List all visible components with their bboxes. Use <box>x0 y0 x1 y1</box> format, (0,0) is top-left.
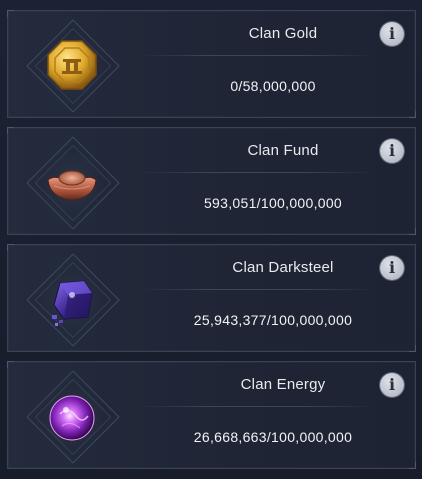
resource-card-clan-darksteel: Clan Darksteel 25,943,377/100,000,000 i <box>7 244 416 352</box>
info-button[interactable]: i <box>380 22 404 46</box>
resource-name: Clan Fund <box>247 142 319 159</box>
divider <box>138 289 375 290</box>
resource-icon-frame <box>26 19 120 113</box>
divider <box>138 406 375 407</box>
resource-value: 26,668,663/100,000,000 <box>193 429 353 445</box>
resource-name: Clan Energy <box>240 376 326 393</box>
clan-resources-list: Clan Gold 0/58,000,000 i Clan Fund 593,0… <box>0 0 422 479</box>
resource-card-clan-fund: Clan Fund 593,051/100,000,000 i <box>7 127 416 235</box>
info-button[interactable]: i <box>380 139 404 163</box>
darksteel-cube-icon <box>52 280 93 326</box>
copper-ingot-icon <box>47 170 97 201</box>
resource-icon-frame <box>26 253 120 347</box>
energy-orb-icon <box>49 395 95 441</box>
gold-coin-icon <box>47 40 97 90</box>
divider <box>138 172 375 173</box>
resource-icon-frame <box>26 136 120 230</box>
resource-name: Clan Darksteel <box>232 259 334 276</box>
divider <box>138 55 375 56</box>
info-button[interactable]: i <box>380 373 404 397</box>
resource-card-clan-energy: Clan Energy 26,668,663/100,000,000 i <box>7 361 416 469</box>
resource-value: 593,051/100,000,000 <box>203 195 343 211</box>
resource-icon-frame <box>26 370 120 464</box>
info-button[interactable]: i <box>380 256 404 280</box>
resource-value: 25,943,377/100,000,000 <box>193 312 353 328</box>
resource-card-clan-gold: Clan Gold 0/58,000,000 i <box>7 10 416 118</box>
resource-value: 0/58,000,000 <box>230 78 316 94</box>
resource-name: Clan Gold <box>248 25 318 42</box>
